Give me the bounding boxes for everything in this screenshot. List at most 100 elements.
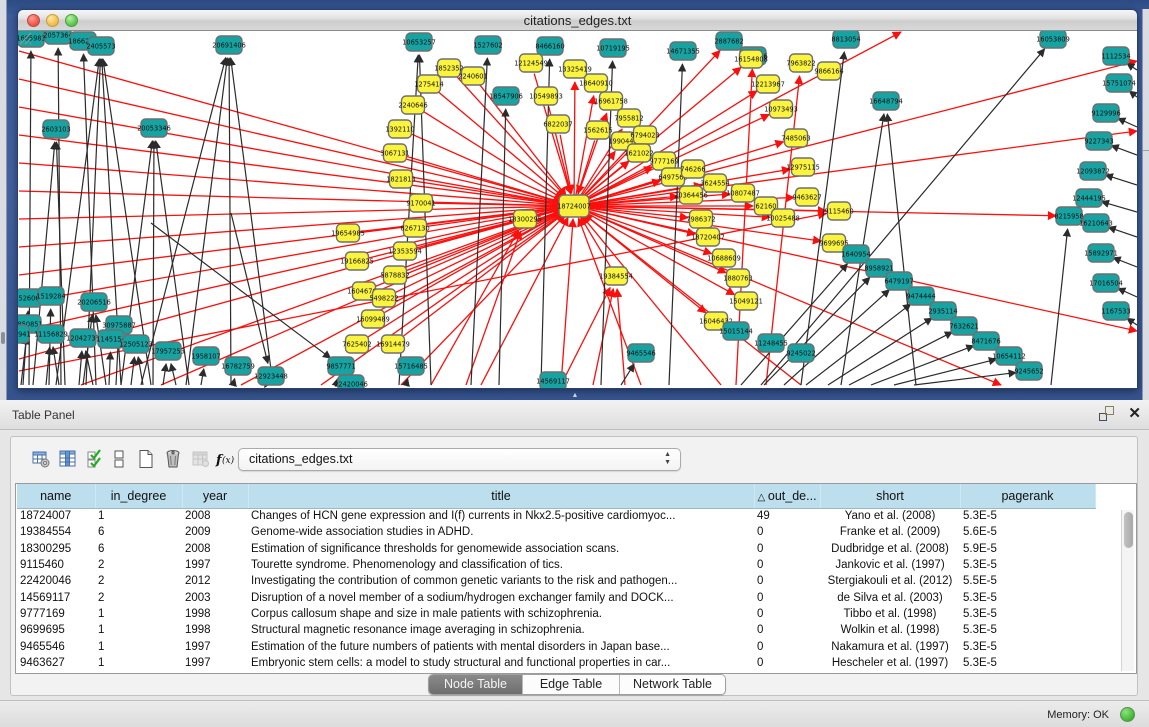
network-node-2405573[interactable]: 2405573 xyxy=(86,37,115,55)
network-node-5498222[interactable]: 5498222 xyxy=(369,289,398,307)
network-node-6479197[interactable]: 6479197 xyxy=(884,272,913,290)
new-table-button[interactable] xyxy=(133,446,159,472)
table-row[interactable]: 969969511998Structural magnetic resonanc… xyxy=(17,622,1095,638)
table-scrollbar-thumb[interactable] xyxy=(1124,512,1133,548)
network-graph[interactable]: 1605983205736418662722405573206914061065… xyxy=(18,31,1137,388)
network-node-15049121[interactable]: 15049121 xyxy=(729,292,763,310)
network-node-9245652[interactable]: 9245652 xyxy=(1014,362,1043,380)
table-scrollbar[interactable] xyxy=(1121,510,1134,671)
network-node-16210643[interactable]: 16210643 xyxy=(1079,214,1113,232)
table-row[interactable]: 1456911722003Disruption of a novel membe… xyxy=(17,589,1095,605)
network-node-12124549[interactable]: 12124549 xyxy=(514,54,548,72)
network-node-1958107[interactable]: 1958107 xyxy=(191,347,220,365)
network-node-7625402[interactable]: 7625402 xyxy=(342,335,371,353)
network-node-15892971[interactable]: 15892971 xyxy=(1084,244,1118,262)
network-node-12505123[interactable]: 12505123 xyxy=(119,335,153,353)
network-node-19384554[interactable]: 19384554 xyxy=(599,267,633,285)
network-canvas[interactable]: 1605983205736418662722405573206914061065… xyxy=(18,31,1137,388)
tab-node-table[interactable]: Node Table xyxy=(429,675,522,694)
network-node-20053346[interactable]: 20053346 xyxy=(137,119,171,137)
network-node-7485063[interactable]: 7485063 xyxy=(781,129,810,147)
network-node-2603103[interactable]: 2603103 xyxy=(41,120,70,138)
network-node-12975115[interactable]: 12975115 xyxy=(786,158,820,176)
network-node-9245022[interactable]: 9245022 xyxy=(786,344,815,362)
network-node-8466160[interactable]: 8466160 xyxy=(535,37,564,55)
network-node-1640954[interactable]: 1640954 xyxy=(841,245,870,263)
network-node-16782759[interactable]: 16782759 xyxy=(221,357,255,375)
network-node-1821813[interactable]: 1821813 xyxy=(386,170,415,188)
network-node-15716485[interactable]: 15716485 xyxy=(394,357,428,375)
network-node-1112534[interactable]: 1112534 xyxy=(1101,47,1130,65)
network-node-9129996[interactable]: 9129996 xyxy=(1091,104,1120,122)
network-node-10719195[interactable]: 10719195 xyxy=(596,39,630,57)
network-node-18724007[interactable]: 18724007 xyxy=(557,195,591,217)
table-selector-dropdown[interactable]: citations_edges.txt ▲▼ xyxy=(238,448,681,471)
network-node-3067131[interactable]: 3067131 xyxy=(380,144,409,162)
network-node-19654985[interactable]: 19654985 xyxy=(331,224,365,242)
network-node-7986372[interactable]: 7986372 xyxy=(686,210,715,228)
table-row[interactable]: 946554611997Estimation of the future num… xyxy=(17,638,1095,654)
network-node-2887682[interactable]: 2887682 xyxy=(714,32,743,50)
network-node-6794023[interactable]: 6794023 xyxy=(630,126,659,144)
network-node-8813054[interactable]: 8813054 xyxy=(831,31,860,48)
network-node-9465546[interactable]: 9465546 xyxy=(626,344,655,362)
network-node-7955812[interactable]: 7955812 xyxy=(614,109,643,127)
network-node-20691406[interactable]: 20691406 xyxy=(212,36,246,54)
network-node-10653257[interactable]: 10653257 xyxy=(402,33,436,51)
network-node-6822037[interactable]: 6822037 xyxy=(543,115,572,133)
clear-selection-button[interactable] xyxy=(106,446,132,472)
network-node-19166825[interactable]: 19166825 xyxy=(340,252,374,270)
network-node-9463627[interactable]: 9463627 xyxy=(792,188,821,206)
table-settings-button[interactable] xyxy=(28,446,54,472)
tab-network-table[interactable]: Network Table xyxy=(619,675,725,694)
network-node-12093872[interactable]: 12093872 xyxy=(1076,162,1110,180)
column-header-name[interactable]: name xyxy=(17,484,95,508)
column-header-out_de[interactable]: △ out_de... xyxy=(754,484,820,508)
network-node-1527602[interactable]: 1527602 xyxy=(473,36,502,54)
column-header-pagerank[interactable]: pagerank xyxy=(960,484,1095,508)
table-row[interactable]: 2242004622012Investigating the contribut… xyxy=(17,573,1095,589)
network-node-17957253[interactable]: 17957253 xyxy=(151,342,185,360)
split-collapse-handle[interactable]: ▲ xyxy=(569,392,581,399)
network-node-12353594[interactable]: 12353594 xyxy=(388,242,422,260)
network-node-16099489[interactable]: 16099489 xyxy=(356,310,390,328)
float-panel-icon[interactable] xyxy=(1099,406,1114,421)
network-node-16914479[interactable]: 16914479 xyxy=(376,335,410,353)
network-node-9866164[interactable]: 9866164 xyxy=(814,62,843,80)
network-node-17016504[interactable]: 17016504 xyxy=(1089,274,1123,292)
network-node-9115460[interactable]: 9115460 xyxy=(824,202,853,220)
network-node-22420046[interactable]: 22420046 xyxy=(334,375,368,388)
network-node-10025488[interactable]: 10025488 xyxy=(766,209,800,227)
network-node-15751074[interactable]: 15751074 xyxy=(1102,74,1136,92)
table-row[interactable]: 977716911998Corpus callosum shape and si… xyxy=(17,606,1095,622)
network-node-2240646[interactable]: 2240646 xyxy=(398,96,427,114)
column-header-short[interactable]: short xyxy=(820,484,960,508)
network-node-16961758[interactable]: 16961758 xyxy=(594,92,628,110)
network-node-1562615[interactable]: 1562615 xyxy=(583,121,612,139)
network-node-746266[interactable]: 746266 xyxy=(680,160,705,178)
network-node-10688609[interactable]: 10688609 xyxy=(707,249,741,267)
network-node-12444195[interactable]: 12444195 xyxy=(1072,189,1106,207)
network-node-11248455[interactable]: 11248455 xyxy=(754,334,788,352)
network-node-9227343[interactable]: 9227343 xyxy=(1084,132,1113,150)
network-node-14569117[interactable]: 14569117 xyxy=(536,372,570,388)
network-node-2240601[interactable]: 2240601 xyxy=(458,67,487,85)
table-row[interactable]: 1872400712008Changes of HCN gene express… xyxy=(17,508,1095,524)
network-node-14671355[interactable]: 14671355 xyxy=(666,42,700,60)
resize-grip-icon[interactable] xyxy=(18,31,32,45)
network-node-12213967[interactable]: 12213967 xyxy=(751,75,785,93)
network-node-18547906[interactable]: 18547906 xyxy=(489,87,523,105)
network-node-8471676[interactable]: 8471676 xyxy=(971,332,1000,350)
network-node-20364456[interactable]: 20364456 xyxy=(674,186,708,204)
table-row[interactable]: 1938455462009Genome-wide association stu… xyxy=(17,524,1095,540)
network-node-16648794[interactable]: 16648794 xyxy=(869,92,903,110)
table-row[interactable]: 1830029562008Estimation of significance … xyxy=(17,541,1095,557)
network-node-3915941[interactable]: 3915941 xyxy=(18,325,31,343)
left-panel-drag-handle[interactable] xyxy=(1,332,5,344)
column-header-title[interactable]: title xyxy=(248,484,754,508)
network-node-7632621[interactable]: 7632621 xyxy=(949,317,978,335)
network-node-18300295[interactable]: 18300295 xyxy=(508,210,542,228)
table-row[interactable]: 911546021997Tourette syndrome. Phenomeno… xyxy=(17,557,1095,573)
column-header-in_degree[interactable]: in_degree xyxy=(95,484,182,508)
delete-table-button[interactable] xyxy=(160,446,186,472)
